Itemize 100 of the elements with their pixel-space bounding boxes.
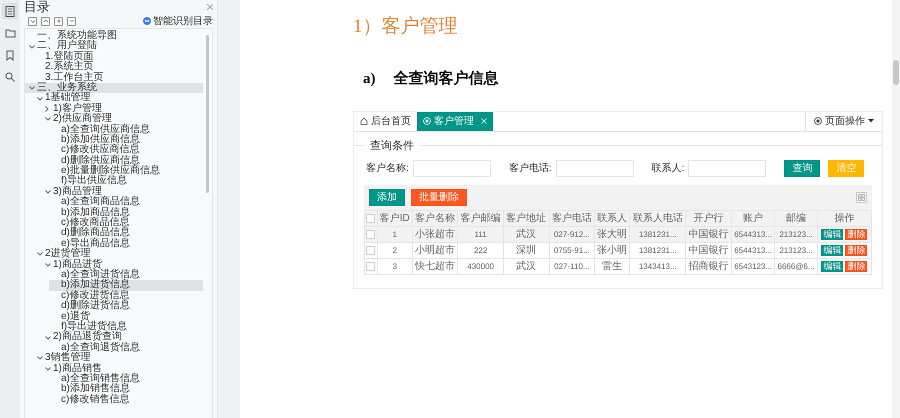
toc-item[interactable]: d)删除商品信息 — [49, 228, 203, 239]
table-cell: 张小明 — [594, 242, 630, 258]
toc-item[interactable]: 二、用户登陆 — [25, 41, 203, 52]
input-field[interactable] — [556, 160, 634, 177]
column-header: 账户 — [731, 210, 775, 226]
chevron-icon[interactable] — [45, 106, 49, 112]
chevron-icon[interactable] — [29, 44, 35, 49]
field-label: 联系人: — [652, 162, 684, 176]
chevron-icon[interactable] — [45, 262, 51, 267]
chevron-icon[interactable] — [29, 86, 35, 90]
toc-item[interactable]: 3.工作台主页 — [33, 72, 203, 83]
smart-toc-icon — [143, 17, 151, 25]
table-cell: 6666@6... — [774, 258, 818, 274]
chevron-icon[interactable] — [45, 117, 51, 122]
input-field[interactable] — [688, 160, 766, 177]
fieldset-title: 查询条件 — [370, 138, 414, 154]
edit-button[interactable]: 编辑 — [821, 229, 844, 240]
toc-item[interactable]: 2.系统主页 — [33, 62, 203, 73]
column-header: 客户邮编 — [458, 210, 504, 226]
checkbox[interactable] — [366, 230, 376, 239]
column-header: 客户电话 — [549, 210, 595, 226]
toc-item[interactable]: a)全查询供应商信息 — [49, 124, 203, 135]
toc-item[interactable]: f)导出供应信息 — [49, 176, 203, 187]
expand-all-icon[interactable] — [41, 16, 50, 26]
input-field[interactable] — [412, 160, 491, 177]
chevron-icon[interactable] — [37, 96, 43, 101]
scrollbar-thumb[interactable] — [206, 35, 209, 193]
toc-item[interactable]: 3销售管理 — [33, 353, 203, 364]
chevron-icon[interactable] — [45, 366, 51, 371]
toc-item[interactable]: b)添加进货信息 — [49, 280, 203, 291]
edit-button[interactable]: 编辑 — [821, 261, 844, 272]
circle-dot-icon — [814, 117, 822, 125]
toc-item[interactable]: 1)商品销售 — [41, 364, 203, 374]
chevron-icon[interactable] — [37, 252, 43, 256]
column-header: 客户地址 — [503, 210, 550, 226]
toc-item[interactable]: 1)商品进货 — [41, 260, 203, 270]
sidebar-title: 目录 — [24, 0, 50, 15]
toolbar-button[interactable]: 添加 — [369, 189, 405, 206]
chevron-icon[interactable] — [37, 356, 43, 360]
circle-dot-icon — [423, 117, 431, 125]
table-cell: 6543123... — [731, 258, 775, 274]
toc-item[interactable]: c)修改供应商信息 — [49, 145, 203, 156]
subheading-marker: a) — [363, 70, 376, 89]
column-header: 操作 — [817, 210, 872, 226]
chevron-icon[interactable] — [45, 336, 51, 340]
chevron-icon[interactable] — [45, 190, 51, 194]
table-cell: 027-912... — [549, 226, 595, 242]
table-cell: 430000 — [458, 258, 504, 274]
checkbox[interactable] — [366, 262, 376, 271]
tab[interactable]: 客户管理 — [417, 112, 493, 130]
table-cell: 小明超市 — [412, 242, 458, 258]
table-cell: 222 — [458, 242, 504, 258]
column-header: 邮编 — [774, 210, 818, 226]
table-cell: 1 — [377, 226, 412, 242]
collapse-all-icon[interactable] — [28, 16, 37, 26]
toc-item[interactable]: d)删除进货信息 — [49, 301, 203, 312]
search-button[interactable]: 查询 — [784, 160, 820, 177]
table-cell: 0755-91... — [549, 242, 595, 258]
table-cell: 中国银行 — [686, 242, 732, 258]
toc-item[interactable]: 2)供应商管理 — [41, 114, 203, 125]
column-header: 客户ID — [377, 210, 412, 226]
edit-button[interactable]: 编辑 — [821, 245, 844, 256]
table-cell: 6544313... — [731, 242, 775, 258]
close-icon[interactable] — [207, 4, 213, 10]
toc-item[interactable]: a)全查询退货信息 — [49, 342, 203, 354]
table-cell: 武汉 — [503, 258, 550, 274]
table-cell: 111 — [458, 226, 504, 242]
column-header: 联系人 — [594, 210, 630, 226]
table-cell: 小张超市 — [412, 226, 458, 242]
toc-item[interactable]: a)全查询商品信息 — [49, 197, 203, 208]
checkbox[interactable] — [366, 214, 376, 223]
caret-icon — [868, 119, 874, 123]
scrollbar-thumb[interactable] — [893, 60, 899, 85]
table-cell: 武汉 — [503, 226, 550, 242]
minus-icon[interactable] — [67, 16, 76, 26]
section-heading: 1）客户管理 — [353, 15, 458, 39]
columns-icon[interactable] — [856, 192, 867, 203]
table-cell: 1381231... — [630, 226, 686, 242]
table-cell: 213123... — [774, 226, 818, 242]
table-cell: 1343413... — [630, 258, 686, 274]
toc-icon[interactable] — [2, 3, 18, 19]
toc-item[interactable]: 1基础管理 — [33, 93, 203, 104]
checkbox[interactable] — [366, 246, 376, 255]
toc-item[interactable]: e)退货 — [49, 312, 203, 322]
field-label: 客户电话: — [508, 162, 552, 176]
plus-icon[interactable] — [54, 16, 63, 26]
table-cell: 6544313... — [731, 226, 775, 242]
toc-item[interactable]: b)添加销售信息 — [49, 384, 203, 395]
toc-item[interactable]: 2)商品退货查询 — [41, 332, 203, 343]
table-cell: 雷生 — [594, 258, 630, 274]
toc-item[interactable]: 2进货管理 — [33, 249, 203, 260]
table-cell: 张大明 — [594, 226, 630, 242]
column-header: 客户名称 — [412, 210, 458, 226]
column-header: 开户行 — [686, 210, 732, 226]
table-cell: 1381231... — [630, 242, 686, 258]
field-label: 客户名称: — [366, 162, 409, 176]
column-header: 联系人电话 — [630, 210, 686, 226]
toc-item[interactable]: c)修改销售信息 — [49, 394, 203, 406]
table-cell: 2 — [377, 242, 412, 258]
table-cell: 快七超市 — [412, 258, 458, 274]
